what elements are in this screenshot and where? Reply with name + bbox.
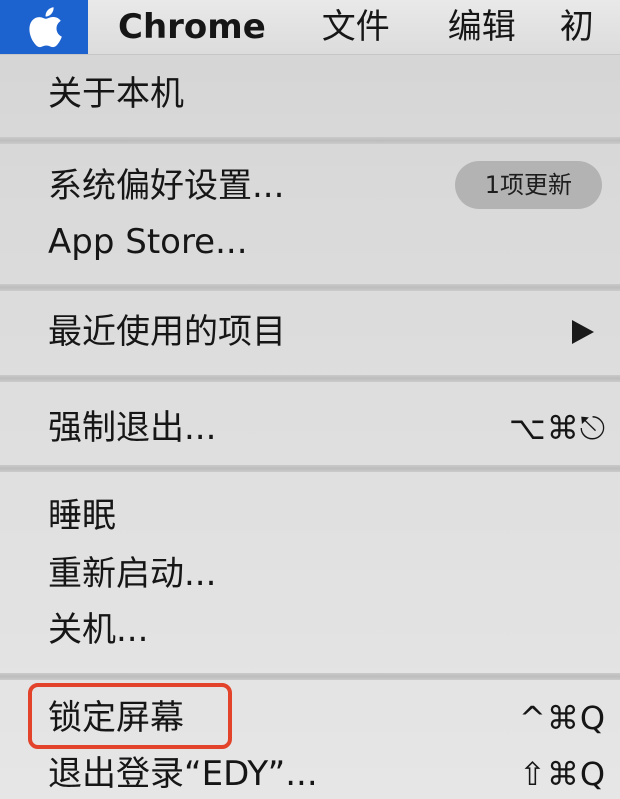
menu-separator [0, 284, 620, 291]
menu-item-recent-items[interactable]: 最近使用的项目 [48, 307, 286, 357]
menu-separator [0, 375, 620, 382]
annotation-highlight-box [28, 683, 232, 749]
menu-separator [0, 465, 620, 472]
menu-item-restart[interactable]: 重新启动... [48, 549, 216, 599]
menubar-item-view[interactable]: 初 [560, 0, 594, 54]
menu-item-force-quit[interactable]: 强制退出... [48, 403, 216, 453]
menubar-app-name[interactable]: Chrome [118, 0, 266, 54]
submenu-arrow-icon [572, 320, 594, 344]
update-badge: 1项更新 [454, 161, 602, 209]
apple-icon [29, 7, 62, 48]
menu-item-sleep[interactable]: 睡眠 [48, 491, 116, 541]
apple-menu[interactable] [0, 0, 88, 54]
menu-separator [0, 137, 620, 144]
logout-shortcut: ⇧⌘Q [519, 755, 606, 793]
menu-item-logout[interactable]: 退出登录“EDY”... [48, 749, 318, 799]
menu-separator [0, 673, 620, 680]
menubar-item-edit[interactable]: 编辑 [448, 0, 516, 54]
lock-screen-shortcut: ^⌘Q [519, 699, 606, 737]
menubar-item-file[interactable]: 文件 [322, 0, 390, 54]
menu-bar: Chrome 文件 编辑 初 [0, 0, 620, 55]
force-quit-shortcut: ⌥⌘⎋ [508, 409, 606, 447]
menu-item-shutdown[interactable]: 关机... [48, 605, 148, 655]
menu-item-app-store[interactable]: App Store... [48, 217, 248, 267]
menu-item-about[interactable]: 关于本机 [48, 69, 184, 119]
menu-item-system-preferences[interactable]: 系统偏好设置... [48, 161, 284, 211]
